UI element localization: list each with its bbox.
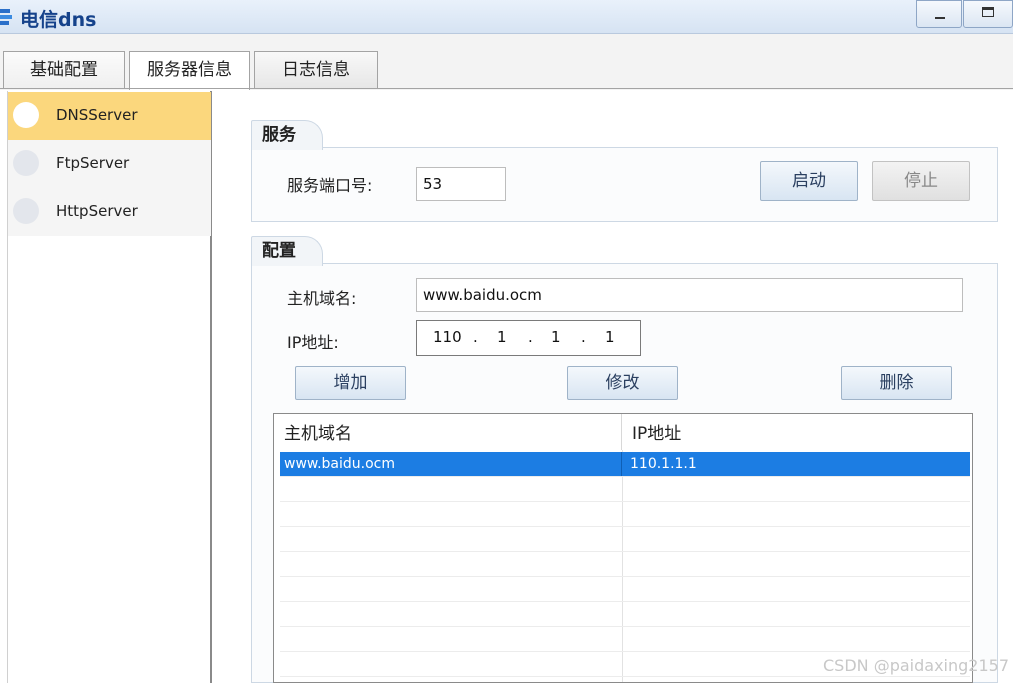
main-tabs: 基础配置 服务器信息 日志信息 <box>0 34 1013 90</box>
empty-row <box>280 627 970 652</box>
ip-octet-3[interactable]: 1 <box>551 328 561 346</box>
ip-dot: . <box>528 328 533 346</box>
title-bar: 电信dns <box>0 0 1013 34</box>
ip-address-input[interactable]: 110 . 1 . 1 . 1 <box>416 320 641 356</box>
sidebar-item-label: HttpServer <box>56 202 138 220</box>
empty-row <box>280 477 970 502</box>
empty-row <box>280 552 970 577</box>
minimize-button[interactable] <box>916 0 962 28</box>
watermark: CSDN @paidaxing2157 <box>823 656 1009 675</box>
sidebar-item-httpserver[interactable]: HttpServer <box>8 188 211 236</box>
stop-button[interactable]: 停止 <box>872 161 970 201</box>
add-button[interactable]: 增加 <box>295 366 406 400</box>
circle-icon <box>13 198 39 224</box>
minimize-icon <box>935 17 945 19</box>
sidebar-item-dnsserver[interactable]: DNSServer <box>8 92 211 140</box>
service-group-title: 服务 <box>251 120 323 150</box>
start-button[interactable]: 启动 <box>760 161 858 201</box>
tab-basic-config[interactable]: 基础配置 <box>3 51 125 89</box>
ip-dot: . <box>581 328 586 346</box>
circle-icon <box>13 150 39 176</box>
port-label: 服务端口号: <box>287 176 373 195</box>
cell-host: www.baidu.ocm <box>282 452 622 476</box>
host-label: 主机域名: <box>287 289 357 308</box>
tab-log-info[interactable]: 日志信息 <box>254 51 378 89</box>
empty-row <box>280 602 970 627</box>
table-row[interactable]: www.baidu.ocm 110.1.1.1 <box>280 452 970 477</box>
ip-octet-1[interactable]: 110 <box>433 328 462 346</box>
ip-octet-2[interactable]: 1 <box>497 328 507 346</box>
empty-row <box>280 502 970 527</box>
column-header-ip[interactable]: IP地址 <box>622 414 972 450</box>
sidebar-item-label: FtpServer <box>56 154 130 172</box>
server-sidebar: DNSServer FtpServer HttpServer <box>7 91 212 683</box>
delete-button[interactable]: 删除 <box>841 366 952 400</box>
sidebar-item-label: DNSServer <box>56 106 138 124</box>
host-input[interactable]: www.baidu.ocm <box>416 278 963 312</box>
empty-row <box>280 577 970 602</box>
circle-icon <box>13 102 39 128</box>
modify-button[interactable]: 修改 <box>567 366 678 400</box>
app-icon <box>0 9 12 25</box>
tabs-divider <box>0 88 1013 89</box>
empty-row <box>280 527 970 552</box>
port-input[interactable]: 53 <box>416 167 506 201</box>
ip-label: IP地址: <box>287 333 339 352</box>
maximize-button[interactable] <box>963 0 1013 28</box>
maximize-icon <box>982 7 994 17</box>
config-group-title: 配置 <box>251 236 323 266</box>
window-title: 电信dns <box>20 9 97 31</box>
ip-dot: . <box>473 328 478 346</box>
ip-octet-4[interactable]: 1 <box>605 328 615 346</box>
cell-ip: 110.1.1.1 <box>630 456 697 472</box>
dns-records-table: 主机域名 IP地址 www.baidu.ocm 110.1.1.1 <box>273 413 973 683</box>
column-header-host[interactable]: 主机域名 <box>274 414 622 450</box>
tab-server-info[interactable]: 服务器信息 <box>129 51 250 90</box>
sidebar-item-ftpserver[interactable]: FtpServer <box>8 140 211 188</box>
